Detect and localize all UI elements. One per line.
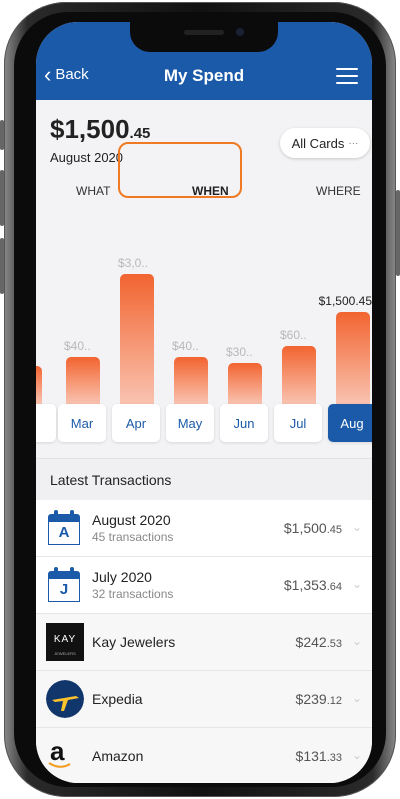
- month-button-feb[interactable]: [36, 404, 56, 442]
- bar-label-aug: $1,500.45: [318, 294, 372, 308]
- page-title: My Spend: [163, 66, 245, 85]
- bar-label-jul: $60..: [280, 328, 307, 342]
- kay-jewelers-logo: KAY JEWELERS: [46, 623, 84, 661]
- tab-what[interactable]: WHAT: [76, 184, 110, 198]
- chevron-down-icon: ⌄: [351, 634, 362, 648]
- transactions-list: A August 2020 45 transactions $1,500.45 ⌄ J Ju…: [36, 500, 372, 783]
- tab-where[interactable]: WHERE: [316, 184, 361, 198]
- transaction-row[interactable]: Expedia $239.12 ⌄: [36, 671, 372, 728]
- transaction-name: July 2020: [92, 569, 152, 585]
- bar-jun[interactable]: [228, 363, 262, 404]
- transaction-name: Kay Jewelers: [92, 634, 176, 650]
- more-icon: ···: [348, 137, 359, 149]
- transaction-amount: $1,500.45: [283, 520, 342, 536]
- period-label: August 2020: [50, 150, 124, 165]
- transaction-name: Expedia: [92, 691, 143, 707]
- transaction-amount: $242.53: [295, 634, 342, 650]
- month-button-aug[interactable]: Aug: [328, 404, 372, 442]
- bar-apr[interactable]: [120, 274, 154, 404]
- amazon-logo: a: [48, 736, 71, 768]
- transaction-name: Amazon: [92, 748, 144, 764]
- bar-label-jun: $30..: [226, 345, 253, 359]
- spend-bar-chart: $40.. $3,0.. $40.. $30.. $60.. $1,500.45: [36, 202, 372, 414]
- transaction-count: 45 transactions: [92, 530, 174, 544]
- volume-up-button: [0, 170, 4, 226]
- mute-switch: [0, 120, 4, 150]
- transaction-row[interactable]: a Amazon $131.33 ⌄: [36, 728, 372, 783]
- transaction-name: August 2020: [92, 512, 171, 528]
- hamburger-menu-icon[interactable]: [336, 68, 358, 89]
- bar-label-mar: $40..: [64, 339, 91, 353]
- chevron-down-icon: ⌄: [351, 691, 362, 705]
- expedia-logo: [46, 680, 84, 718]
- month-button-jun[interactable]: Jun: [220, 404, 268, 442]
- volume-down-button: [0, 238, 4, 294]
- transactions-header: Latest Transactions: [36, 458, 372, 501]
- power-button: [396, 190, 400, 276]
- bar-mar[interactable]: [66, 357, 100, 404]
- bar-feb[interactable]: [36, 366, 42, 404]
- all-cards-button[interactable]: All Cards ···: [280, 128, 370, 158]
- transaction-count: 32 transactions: [92, 587, 174, 601]
- chevron-down-icon: ⌄: [351, 520, 362, 534]
- month-button-apr[interactable]: Apr: [112, 404, 160, 442]
- notch: [130, 22, 278, 52]
- transaction-amount: $239.12: [295, 691, 342, 707]
- chevron-down-icon: ⌄: [351, 748, 362, 762]
- bar-jul[interactable]: [282, 346, 316, 404]
- when-tab-highlight: [118, 142, 242, 198]
- transaction-amount: $131.33: [295, 748, 342, 764]
- chevron-down-icon: ⌄: [351, 577, 362, 591]
- transaction-row[interactable]: A August 2020 45 transactions $1,500.45 ⌄: [36, 500, 372, 557]
- app-screen: ‹ Back My Spend $1,500.45 August 2020 Al…: [36, 22, 372, 783]
- month-button-jul[interactable]: Jul: [274, 404, 322, 442]
- month-button-mar[interactable]: Mar: [58, 404, 106, 442]
- calendar-icon: A: [48, 510, 80, 545]
- month-selector: Mar Apr May Jun Jul Aug: [36, 404, 372, 448]
- calendar-icon: J: [48, 567, 80, 602]
- speaker: [184, 30, 224, 35]
- transaction-row[interactable]: J July 2020 32 transactions $1,353.64 ⌄: [36, 557, 372, 614]
- bar-aug[interactable]: [336, 312, 370, 404]
- front-camera: [236, 28, 244, 36]
- month-button-may[interactable]: May: [166, 404, 214, 442]
- transaction-amount: $1,353.64: [283, 577, 342, 593]
- bar-label-may: $40..: [172, 339, 199, 353]
- bar-label-apr: $3,0..: [118, 256, 149, 270]
- transaction-row[interactable]: KAY JEWELERS Kay Jewelers $242.53 ⌄: [36, 614, 372, 671]
- bar-may[interactable]: [174, 357, 208, 404]
- total-amount: $1,500.45: [50, 114, 151, 144]
